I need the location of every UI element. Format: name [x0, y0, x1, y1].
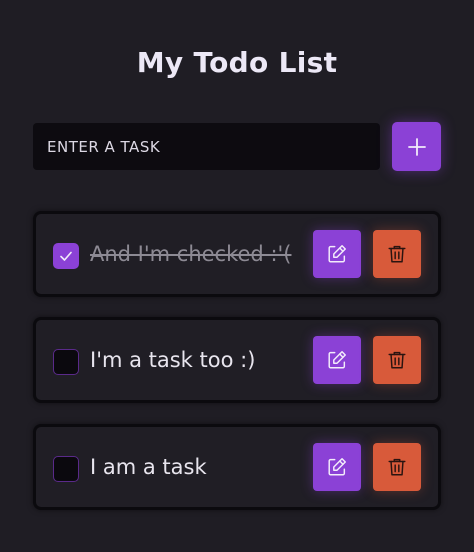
todo-checkbox[interactable] — [53, 349, 79, 375]
add-task-button[interactable] — [392, 122, 441, 171]
delete-button[interactable] — [373, 336, 421, 384]
edit-icon — [326, 243, 348, 265]
edit-button[interactable] — [313, 336, 361, 384]
edit-icon — [326, 349, 348, 371]
check-icon — [58, 248, 74, 264]
todo-text: I am a task — [90, 455, 207, 479]
plus-icon — [407, 137, 427, 157]
todo-item: And I'm checked :'( — [33, 211, 441, 297]
todo-checkbox[interactable] — [53, 456, 79, 482]
trash-icon — [386, 349, 408, 371]
trash-icon — [386, 456, 408, 478]
todo-item: I am a task — [33, 424, 441, 510]
edit-button[interactable] — [313, 443, 361, 491]
edit-icon — [326, 456, 348, 478]
trash-icon — [386, 243, 408, 265]
edit-button[interactable] — [313, 230, 361, 278]
todo-text: I'm a task too :) — [90, 348, 256, 372]
task-input[interactable] — [33, 123, 380, 170]
delete-button[interactable] — [373, 443, 421, 491]
todo-text: And I'm checked :'( — [90, 242, 292, 266]
delete-button[interactable] — [373, 230, 421, 278]
page-title: My Todo List — [136, 46, 338, 79]
todo-item: I'm a task too :) — [33, 317, 441, 403]
todo-app: My Todo List And I'm checked :'( — [0, 0, 474, 552]
todo-checkbox[interactable] — [53, 243, 79, 269]
